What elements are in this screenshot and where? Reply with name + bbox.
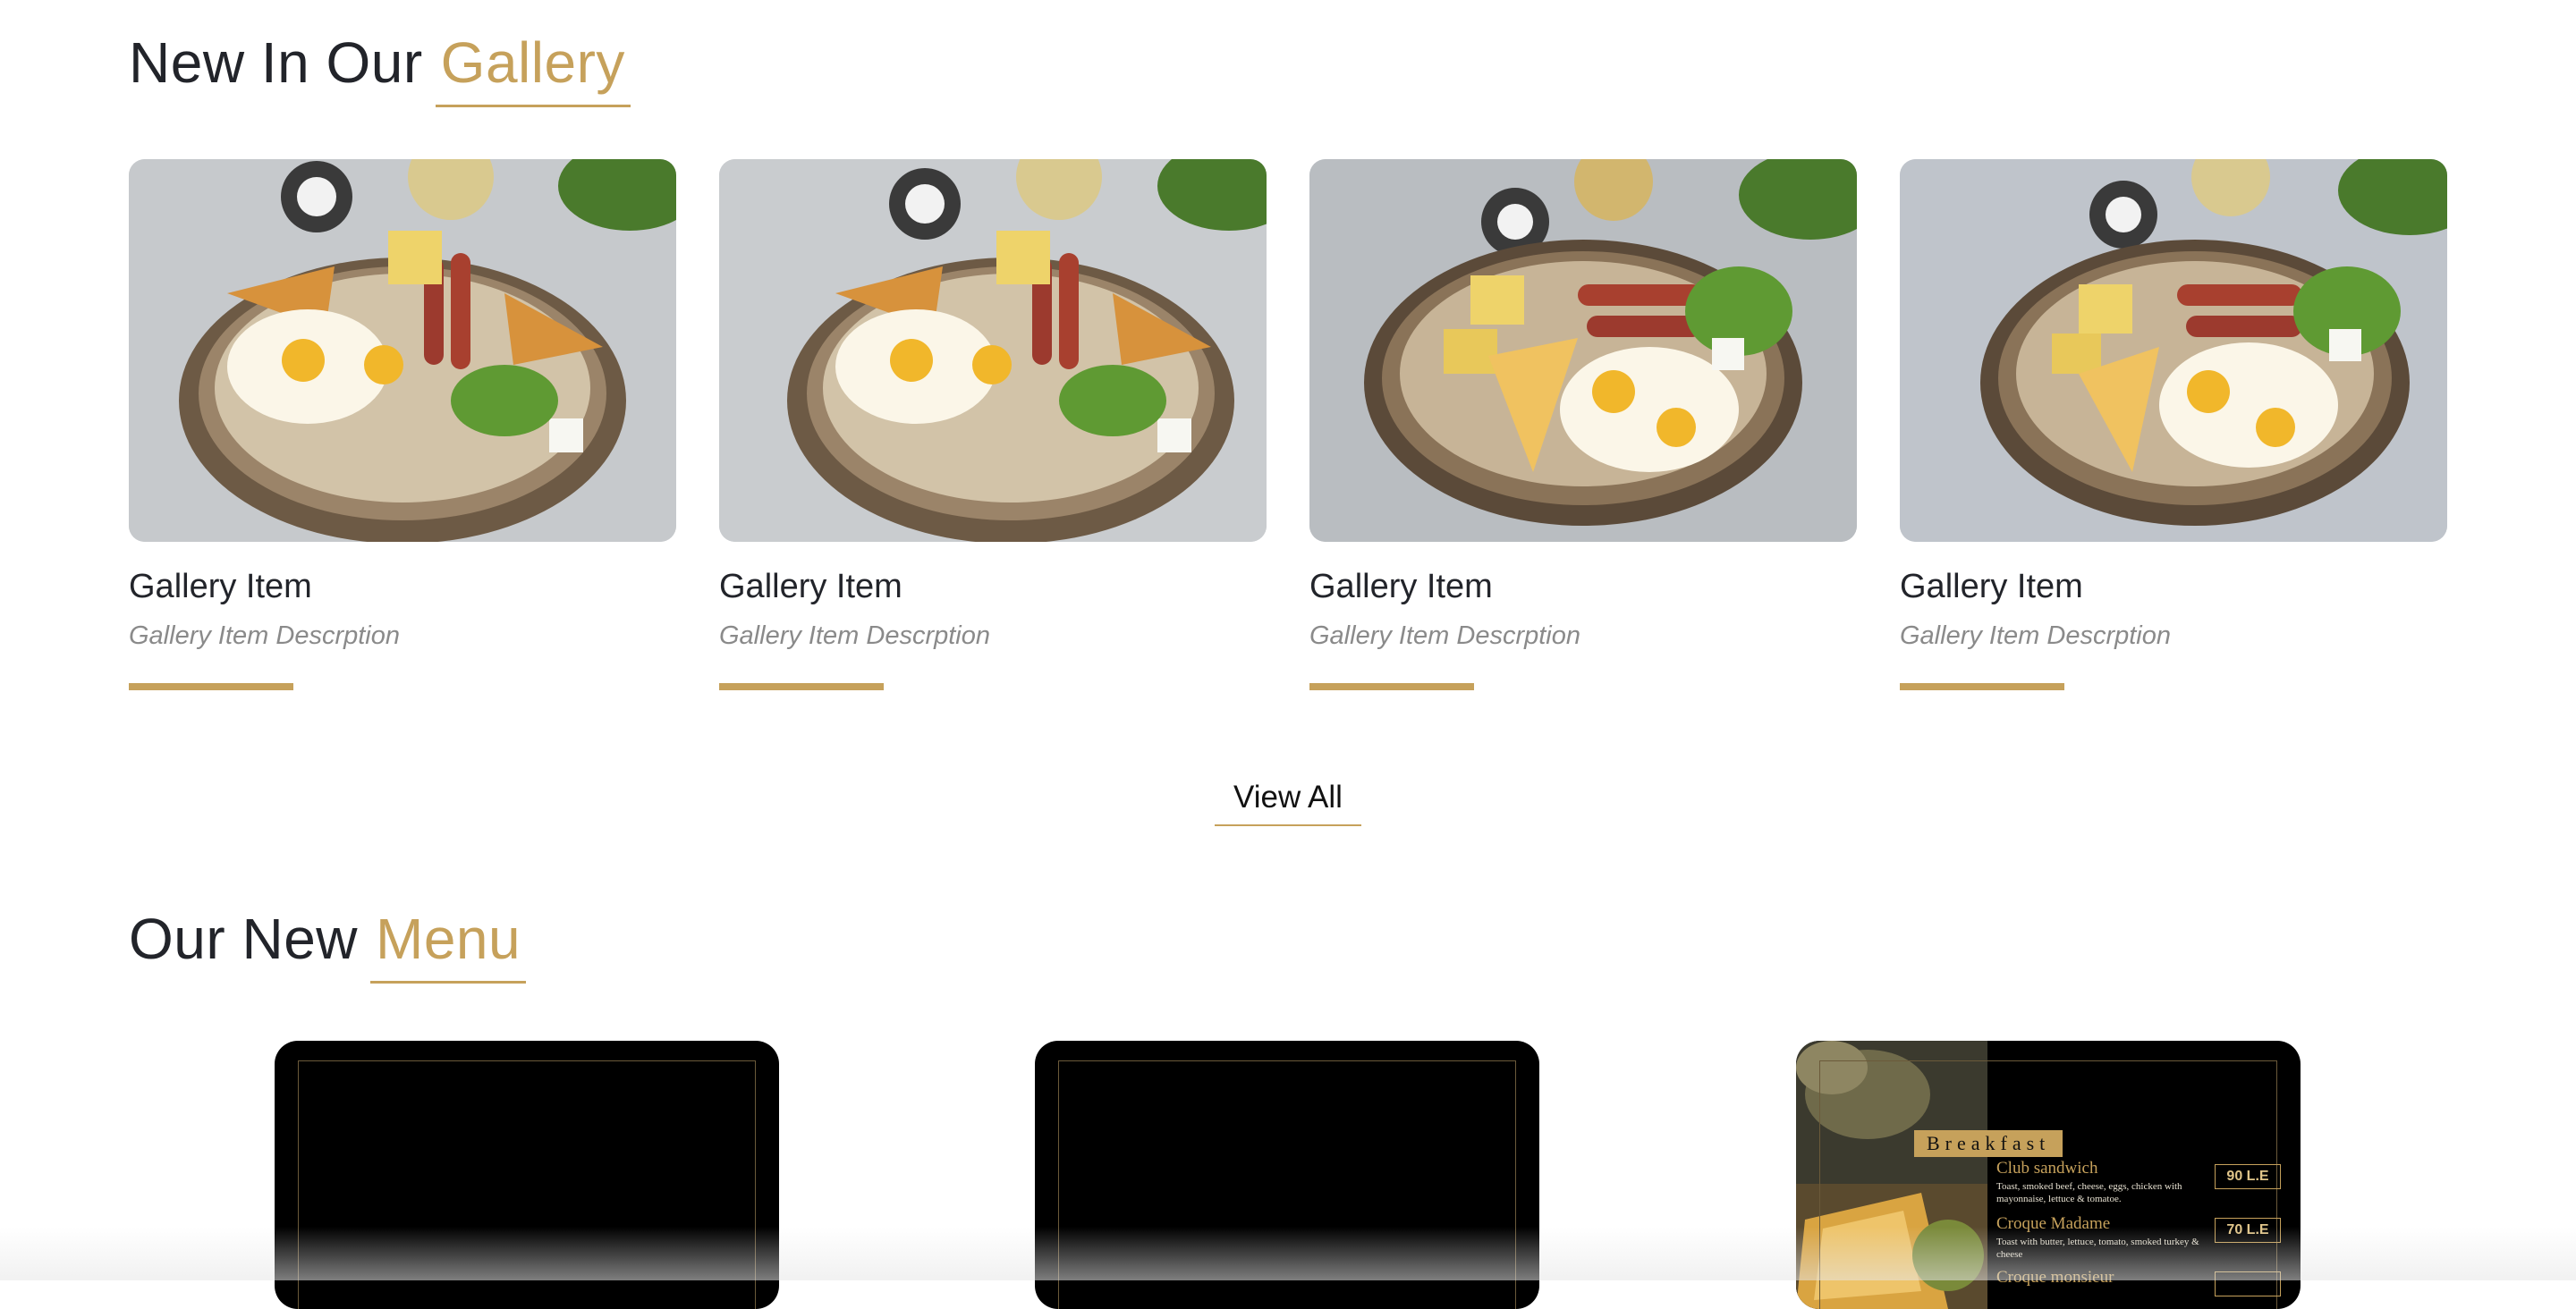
menu-section-title: Our New Menu	[129, 910, 527, 984]
menu-item-name: Croque monsieur	[1996, 1268, 2114, 1287]
gallery-item-title[interactable]: Gallery Item	[129, 568, 676, 606]
menu-item-price	[2215, 1271, 2281, 1296]
menu-category-label: Breakfast	[1914, 1130, 2063, 1157]
menu-item-price: 90 L.E	[2215, 1164, 2281, 1189]
menu-card-border	[298, 1060, 756, 1309]
gallery-section-title: New In Our Gallery	[129, 34, 631, 107]
title-main-text: New In Our	[129, 30, 423, 95]
gallery-photo[interactable]	[719, 159, 1267, 542]
gallery-card[interactable]: Gallery Item Gallery Item Descrption	[129, 159, 676, 690]
accent-underline	[719, 682, 884, 690]
menu-item-description: Toast with butter, lettuce, tomato, smok…	[1996, 1237, 2199, 1261]
menu-cards-row: Breakfast Club sandwich Toast, smoked be…	[0, 1041, 2576, 1309]
gallery-item-title[interactable]: Gallery Item	[1900, 568, 2447, 606]
menu-card[interactable]	[1035, 1041, 1539, 1309]
gallery-card[interactable]: Gallery Item Gallery Item Descrption	[1900, 159, 2447, 690]
menu-card[interactable]	[275, 1041, 779, 1309]
menu-card-breakfast[interactable]: Breakfast Club sandwich Toast, smoked be…	[1796, 1041, 2301, 1309]
breakfast-plate-image	[1309, 159, 1857, 542]
gallery-item-title[interactable]: Gallery Item	[719, 568, 1267, 606]
accent-underline	[1309, 682, 1474, 690]
gallery-card[interactable]: Gallery Item Gallery Item Descrption	[1309, 159, 1857, 690]
title-accent-text: Menu	[370, 910, 527, 984]
menu-item-price: 70 L.E	[2215, 1218, 2281, 1243]
gallery-item-title[interactable]: Gallery Item	[1309, 568, 1857, 606]
menu-card-border	[1058, 1060, 1516, 1309]
accent-underline	[1900, 682, 2064, 690]
gallery-photo[interactable]	[1309, 159, 1857, 542]
gallery-grid: Gallery Item Gallery Item Descrption Gal…	[129, 159, 2447, 696]
gallery-card[interactable]: Gallery Item Gallery Item Descrption	[719, 159, 1267, 690]
menu-item-name: Croque Madame	[1996, 1214, 2111, 1233]
accent-underline	[129, 682, 293, 690]
gallery-item-description: Gallery Item Descrption	[719, 621, 990, 650]
breakfast-plate-image	[1900, 159, 2447, 542]
title-main-text: Our New	[129, 907, 358, 971]
gallery-item-description: Gallery Item Descrption	[1900, 621, 2171, 650]
menu-item-description: Toast, smoked beef, cheese, eggs, chicke…	[1996, 1181, 2182, 1205]
gallery-photo[interactable]	[1900, 159, 2447, 542]
gallery-item-description: Gallery Item Descrption	[129, 621, 400, 650]
view-all-link[interactable]: View All	[1215, 780, 1361, 826]
title-accent-text: Gallery	[435, 34, 631, 107]
breakfast-plate-image	[719, 159, 1267, 542]
gallery-item-description: Gallery Item Descrption	[1309, 621, 1580, 650]
breakfast-plate-image	[129, 159, 676, 542]
gallery-photo[interactable]	[129, 159, 676, 542]
menu-item-name: Club sandwich	[1996, 1159, 2098, 1178]
